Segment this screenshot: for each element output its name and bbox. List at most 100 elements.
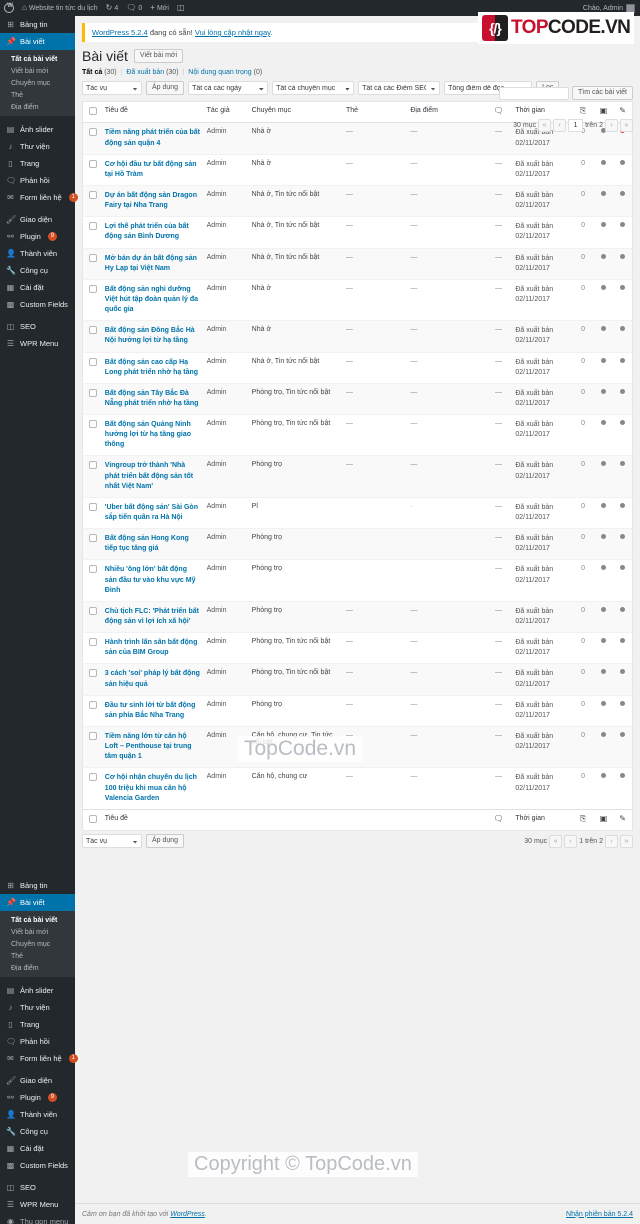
row-checkbox[interactable] xyxy=(89,128,97,137)
row-select-cell[interactable] xyxy=(83,456,102,497)
sidebar-item-bai-viet-2[interactable]: 📌 Bài viết xyxy=(0,894,80,911)
table-row[interactable]: Mở bán dự án bất động sản Hy Lạp tại Việ… xyxy=(82,248,633,280)
first-page-button[interactable]: « xyxy=(538,119,552,132)
sidebar-subitem-chuyen-muc-2[interactable]: Chuyên mục xyxy=(0,938,75,950)
column-footer-seo-pencil[interactable]: ✎ xyxy=(613,808,633,830)
table-row[interactable]: Bất động sản Hong Kong tiếp tục tăng giá… xyxy=(82,528,633,560)
row-select-cell[interactable] xyxy=(83,695,102,726)
first-page-button-bottom[interactable]: « xyxy=(549,834,563,848)
seo-score-filter-select[interactable]: Tất cả các Điểm SEO xyxy=(358,81,441,96)
row-checkbox[interactable] xyxy=(89,534,97,543)
sidebar-item-cai-dat[interactable]: ▦ Cài đặt xyxy=(0,279,75,296)
select-all-checkbox-footer[interactable] xyxy=(89,814,97,823)
sidebar-item-trang[interactable]: ▯ Trang xyxy=(0,155,75,172)
sidebar-subitem-tat-ca-bai-viet-2[interactable]: Tất cả bài viết xyxy=(0,914,75,926)
comments-menu[interactable]: 🗨 0 xyxy=(122,0,146,16)
column-footer-date[interactable]: Thời gian xyxy=(512,808,573,830)
row-select-cell[interactable] xyxy=(83,123,102,154)
row-checkbox[interactable] xyxy=(89,565,97,574)
row-checkbox[interactable] xyxy=(89,700,97,709)
sidebar-item-seo[interactable]: ◫ SEO xyxy=(0,318,75,335)
search-input[interactable] xyxy=(498,86,569,100)
sidebar-subitem-the-2[interactable]: Thẻ xyxy=(0,950,75,962)
row-checkbox[interactable] xyxy=(89,461,97,470)
select-all-footer-header[interactable] xyxy=(82,808,102,830)
sidebar-subitem-tat-ca-bai-viet[interactable]: Tất cả bài viết xyxy=(0,53,75,65)
next-page-button-bottom[interactable]: › xyxy=(605,834,618,848)
table-row[interactable]: Bất động sản Quảng Ninh hưởng lợi từ hạ … xyxy=(82,415,633,456)
row-select-cell[interactable] xyxy=(83,321,102,352)
column-footer-comments[interactable]: 🗨 xyxy=(484,808,513,830)
row-checkbox[interactable] xyxy=(89,284,97,293)
prev-page-button[interactable]: ‹ xyxy=(553,119,567,132)
sidebar-item-custom-fields[interactable]: ▩ Custom Fields xyxy=(0,296,75,313)
sidebar-item-cong-cu[interactable]: 🔧 Công cụ xyxy=(0,262,75,279)
table-row[interactable]: Bất động sản Tây Bắc Đà Nẵng phát triển … xyxy=(82,383,633,415)
wordpress-link[interactable]: WordPress xyxy=(170,1211,205,1218)
search-submit-button[interactable]: Tìm các bài viết xyxy=(571,86,633,101)
category-filter-select[interactable]: Tất cả chuyên mục xyxy=(272,81,355,96)
sidebar-item-seo-2[interactable]: ◫ SEO xyxy=(0,1179,75,1196)
prev-page-button-bottom[interactable]: ‹ xyxy=(564,834,578,848)
row-checkbox[interactable] xyxy=(89,357,97,366)
row-select-cell[interactable] xyxy=(83,633,102,664)
sidebar-item-plugin-2[interactable]: ⚯ Plugin 9 xyxy=(0,1089,75,1106)
row-select-cell[interactable] xyxy=(83,185,102,216)
row-checkbox[interactable] xyxy=(89,606,97,615)
sidebar-item-thu-vien[interactable]: ♪ Thư viện xyxy=(0,138,75,155)
sidebar-item-giao-dien-2[interactable]: 🖌 Giao diện xyxy=(0,1072,75,1089)
date-filter-select[interactable]: Tất cả các ngày xyxy=(188,81,269,96)
add-new-post-button[interactable]: Viết bài mới xyxy=(133,48,184,64)
row-checkbox[interactable] xyxy=(89,326,97,335)
seo-adminbar-menu[interactable]: ◫ xyxy=(173,0,189,16)
wordpress-logo-menu[interactable] xyxy=(0,0,18,16)
row-select-cell[interactable] xyxy=(83,352,102,383)
get-version-link[interactable]: Nhận phiên bản 5.2.4 xyxy=(566,1211,633,1218)
select-all-checkbox[interactable] xyxy=(89,107,97,116)
sidebar-item-thanh-vien[interactable]: 👤 Thành viên xyxy=(0,245,75,262)
table-row[interactable]: Dự án bất động sản Dragon Fairy tại Nha … xyxy=(82,185,633,217)
table-row[interactable]: Chủ tịch FLC: 'Phát triển bất động sản v… xyxy=(82,601,633,633)
table-row[interactable]: Hành trình lấn sân bất động sản của BIM … xyxy=(82,633,633,664)
last-page-button[interactable]: » xyxy=(620,119,633,132)
sidebar-subitem-the[interactable]: Thẻ xyxy=(0,89,75,101)
row-checkbox[interactable] xyxy=(89,773,97,782)
sidebar-item-form-lien-he[interactable]: ✉ Form liên hệ 1 xyxy=(0,189,78,206)
sidebar-subitem-dia-diem[interactable]: Địa điểm xyxy=(0,101,75,113)
column-footer-seo-score[interactable]: ▣ xyxy=(593,808,614,830)
sidebar-item-cong-cu-2[interactable]: 🔧 Công cụ xyxy=(0,1123,75,1140)
sidebar-item-giao-dien[interactable]: 🖌 Giao diện xyxy=(0,211,75,228)
row-checkbox[interactable] xyxy=(89,502,97,511)
sidebar-subitem-viet-bai-moi[interactable]: Viết bài mới xyxy=(0,65,75,77)
row-select-cell[interactable] xyxy=(83,497,102,528)
row-select-cell[interactable] xyxy=(83,248,102,279)
apply-bulk-action-button-bottom[interactable]: Áp dụng xyxy=(146,833,185,849)
table-row[interactable]: 'Uber bất động sản' Sài Gòn sắp tiến quâ… xyxy=(82,497,633,529)
row-checkbox[interactable] xyxy=(89,190,97,199)
row-checkbox[interactable] xyxy=(89,420,97,429)
current-page-input[interactable]: 1 xyxy=(568,119,584,132)
update-now-link[interactable]: Vui lòng cập nhật ngay xyxy=(195,28,270,37)
row-checkbox[interactable] xyxy=(89,669,97,678)
sidebar-item-plugin[interactable]: ⚯ Plugin 9 xyxy=(0,228,75,245)
row-select-cell[interactable] xyxy=(83,768,102,809)
row-select-cell[interactable] xyxy=(83,415,102,456)
column-header-title[interactable]: Tiêu đề xyxy=(101,101,204,124)
table-row[interactable]: Bất động sản cao cấp Hạ Long phát triển … xyxy=(82,352,633,384)
table-row[interactable]: Nhiều 'ông lớn' bất động sản đầu tư vào … xyxy=(82,560,633,602)
row-select-cell[interactable] xyxy=(83,154,102,185)
table-row[interactable]: Lợi thế phát triển của bất động sản Bình… xyxy=(82,217,633,249)
last-page-button-bottom[interactable]: » xyxy=(620,834,633,848)
table-row[interactable]: Vingroup trở thành 'Nhà phát triển bất đ… xyxy=(82,455,633,498)
table-row[interactable]: Cơ hội đầu tư bất động sản tại Hồ Tràm Ad… xyxy=(82,154,633,186)
column-footer-title[interactable]: Tiêu đề xyxy=(101,808,204,830)
row-checkbox[interactable] xyxy=(89,388,97,397)
sidebar-item-phan-hoi-2[interactable]: 🗨 Phản hồi xyxy=(0,1033,75,1050)
row-select-cell[interactable] xyxy=(83,601,102,632)
row-checkbox[interactable] xyxy=(89,253,97,262)
bulk-action-select-bottom[interactable]: Tác vụ xyxy=(82,834,142,849)
sidebar-item-cai-dat-2[interactable]: ▦ Cài đặt xyxy=(0,1140,75,1157)
table-row[interactable]: Bất động sản nghỉ dưỡng Việt hút tập đoà… xyxy=(82,279,633,321)
sidebar-item-trang-2[interactable]: ▯ Trang xyxy=(0,1016,75,1033)
filter-all-link[interactable]: Tất cả xyxy=(82,69,102,76)
